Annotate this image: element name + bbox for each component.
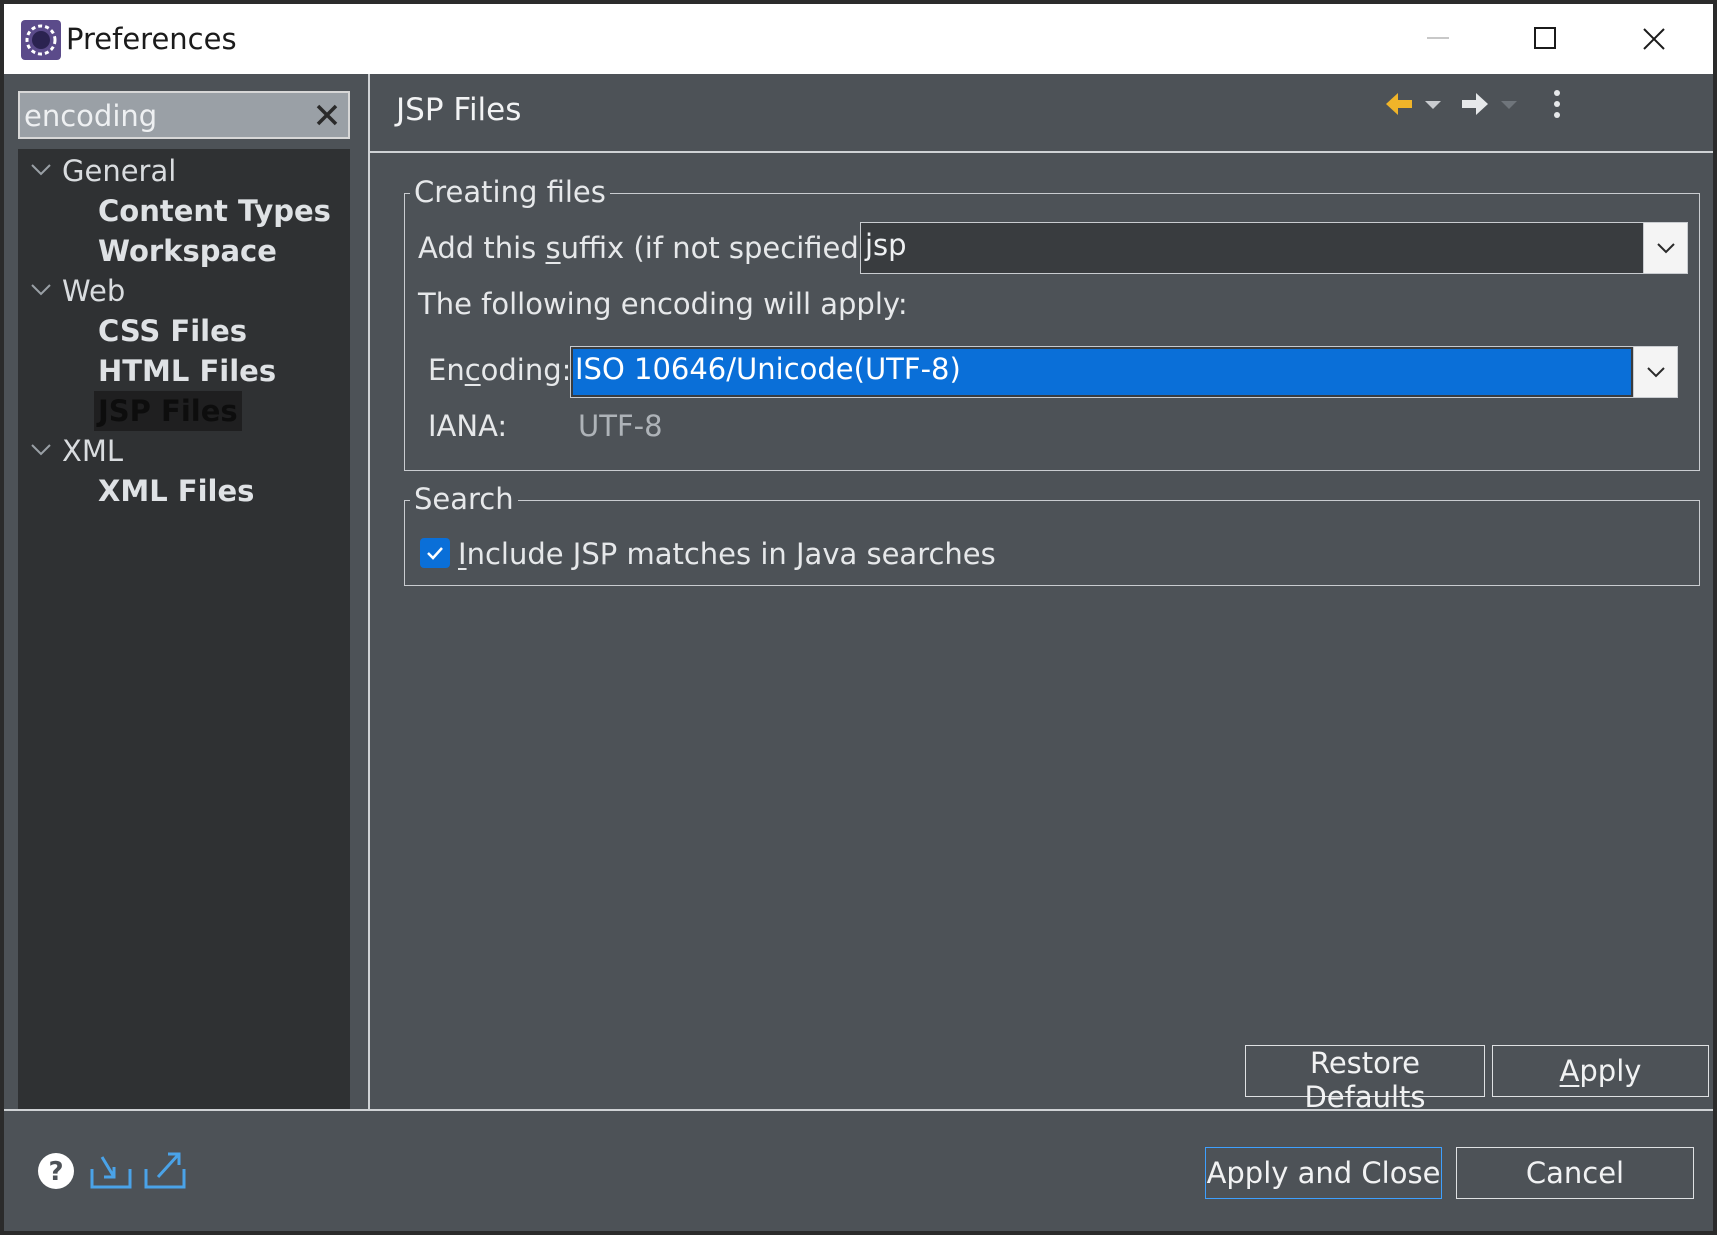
help-icon[interactable]: ? (36, 1151, 76, 1191)
restore-defaults-button[interactable]: Restore Defaults (1245, 1045, 1485, 1114)
tree-item-general[interactable]: General (62, 151, 176, 191)
svg-text:?: ? (48, 1157, 63, 1187)
preferences-dialog: Preferences encoding General Content Typ… (4, 4, 1713, 1231)
apply-button[interactable]: Apply (1492, 1045, 1709, 1097)
cancel-button[interactable]: Cancel (1456, 1147, 1694, 1199)
import-icon[interactable] (88, 1151, 134, 1191)
chevron-down-icon[interactable] (30, 163, 52, 177)
clear-icon[interactable] (314, 102, 340, 128)
tree-item-xml-files[interactable]: XML Files (98, 471, 254, 511)
page-title: JSP Files (396, 92, 522, 128)
footer-bar: ? Apply and Close Cancel (4, 1111, 1713, 1231)
iana-value: UTF-8 (578, 409, 663, 443)
app-icon (21, 20, 61, 60)
forward-menu-icon[interactable] (1500, 100, 1518, 110)
tree-item-jsp-files[interactable]: JSP Files (94, 391, 242, 431)
encoding-value: ISO 10646/Unicode(UTF-8) (573, 349, 1631, 395)
maximize-button[interactable] (1491, 4, 1601, 74)
filter-box (18, 91, 350, 139)
apply-and-close-button[interactable]: Apply and Close (1205, 1147, 1442, 1199)
encoding-dropdown-button[interactable] (1633, 347, 1677, 397)
window-title: Preferences (66, 22, 237, 56)
tree-item-web[interactable]: Web (62, 271, 125, 311)
tree-item-xml[interactable]: XML (62, 431, 123, 471)
encoding-label: Encoding: (428, 353, 572, 387)
include-jsp-label[interactable]: Include JSP matches in Java searches (458, 534, 996, 574)
chevron-down-icon (1647, 367, 1665, 378)
back-menu-icon[interactable] (1424, 100, 1442, 110)
left-pane: General Content Types Workspace Web CSS … (4, 74, 368, 1109)
creating-files-legend: Creating files (410, 174, 610, 210)
minimize-button[interactable] (1384, 4, 1494, 74)
header-separator (370, 151, 1713, 153)
page-header: JSP Files (370, 74, 1713, 151)
export-icon[interactable] (142, 1149, 188, 1191)
search-legend: Search (410, 481, 518, 517)
chevron-down-icon[interactable] (30, 443, 52, 457)
include-jsp-checkbox[interactable] (420, 538, 450, 568)
tree-item-css-files[interactable]: CSS Files (98, 311, 247, 351)
iana-label: IANA: (428, 409, 508, 443)
tree-item-content-types[interactable]: Content Types (98, 191, 331, 231)
encoding-note: The following encoding will apply: (418, 287, 908, 321)
suffix-combo[interactable]: jsp (860, 222, 1688, 274)
encoding-combo[interactable]: ISO 10646/Unicode(UTF-8) (570, 346, 1678, 398)
title-bar: Preferences (4, 4, 1713, 74)
preference-tree: General Content Types Workspace Web CSS … (18, 149, 350, 1109)
tree-item-workspace[interactable]: Workspace (98, 231, 277, 271)
close-icon (1643, 28, 1665, 50)
chevron-down-icon[interactable] (30, 283, 52, 297)
suffix-dropdown-button[interactable] (1643, 223, 1687, 273)
checkmark-icon (427, 547, 443, 560)
filter-input[interactable] (24, 97, 304, 135)
maximize-icon (1534, 27, 1556, 49)
close-button[interactable] (1599, 4, 1709, 74)
pane-divider[interactable] (368, 74, 370, 1109)
back-arrow-icon[interactable] (1384, 90, 1414, 118)
suffix-label: Add this suffix (if not specified): (418, 231, 880, 265)
suffix-value: jsp (865, 228, 907, 262)
chevron-down-icon (1657, 243, 1675, 254)
tree-item-html-files[interactable]: HTML Files (98, 351, 276, 391)
minimize-icon (1427, 37, 1449, 39)
forward-arrow-icon[interactable] (1460, 90, 1490, 118)
view-menu-icon[interactable] (1552, 88, 1562, 120)
